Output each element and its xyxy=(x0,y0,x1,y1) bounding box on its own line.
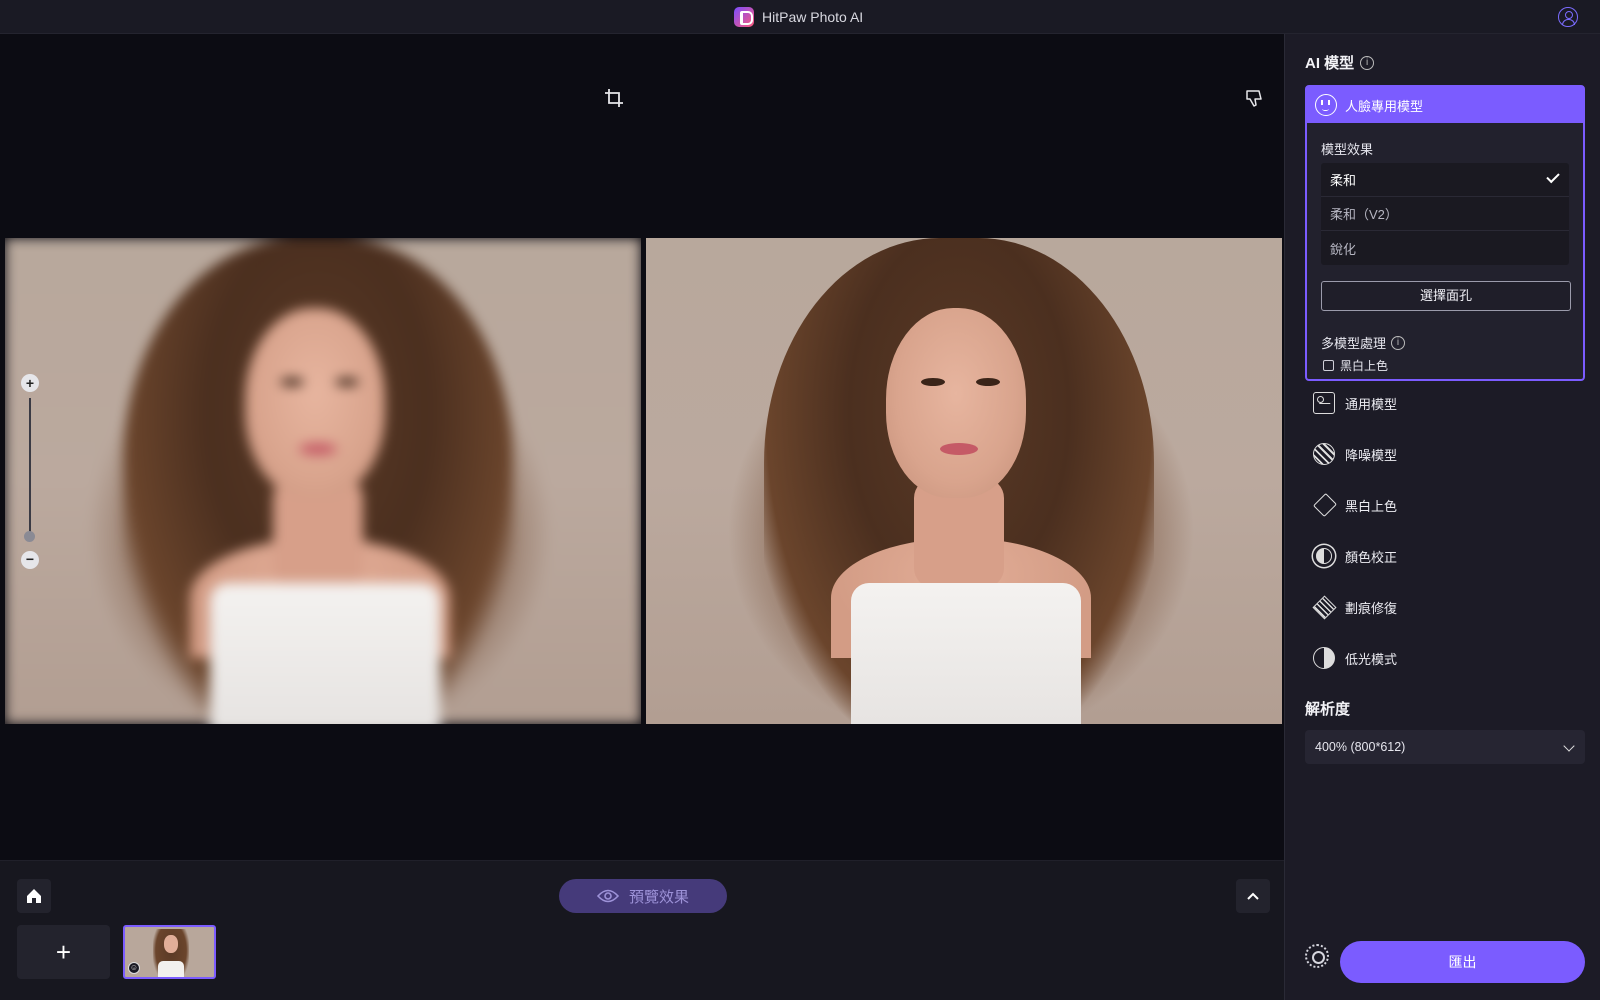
dislike-icon[interactable] xyxy=(1244,88,1264,108)
colorize-model-icon xyxy=(1313,494,1335,516)
multi-model-label: 多模型處理 i xyxy=(1321,333,1406,352)
model-item-low-light[interactable]: 低光模式 xyxy=(1313,645,1397,671)
enhanced-image xyxy=(646,238,1282,724)
zoom-out-button[interactable]: − xyxy=(21,551,39,569)
scratch-repair-icon xyxy=(1313,596,1335,618)
zoom-slider-thumb[interactable] xyxy=(24,531,35,542)
home-button[interactable] xyxy=(17,879,51,913)
app-name: HitPaw Photo AI xyxy=(762,9,864,25)
user-account-icon[interactable] xyxy=(1558,7,1578,27)
resolution-select[interactable]: 400% (800*612) xyxy=(1305,730,1585,764)
colorize-checkbox-row[interactable]: 黑白上色 xyxy=(1323,357,1388,374)
check-icon xyxy=(1546,169,1560,184)
preview-effect-button[interactable]: 預覽效果 xyxy=(559,879,727,913)
color-correction-icon xyxy=(1316,548,1332,564)
face-model-card: 人臉專用模型 模型效果 柔和 柔和（V2） 銳化 選擇面孔 多模型處理 i 黑白… xyxy=(1305,85,1585,381)
home-icon xyxy=(27,889,41,903)
model-item-scratch-repair[interactable]: 劃痕修復 xyxy=(1313,594,1397,620)
settings-gear-icon[interactable] xyxy=(1305,944,1329,968)
model-item-denoise[interactable]: 降噪模型 xyxy=(1313,441,1397,467)
denoise-model-icon xyxy=(1313,443,1335,465)
app-title: HitPaw Photo AI xyxy=(734,6,863,28)
eye-icon xyxy=(596,889,619,903)
option-soft-v2[interactable]: 柔和（V2） xyxy=(1321,197,1569,231)
original-image xyxy=(5,238,641,724)
colorize-checkbox[interactable] xyxy=(1323,360,1334,371)
collapse-button[interactable] xyxy=(1236,879,1270,913)
model-item-general[interactable]: 通用模型 xyxy=(1313,390,1397,416)
add-image-button[interactable]: + xyxy=(17,925,110,979)
option-sharpen[interactable]: 銳化 xyxy=(1321,231,1569,265)
resolution-title: 解析度 xyxy=(1305,701,1351,718)
effect-options: 柔和 柔和（V2） 銳化 xyxy=(1321,163,1569,265)
general-model-icon xyxy=(1313,392,1335,414)
low-light-icon xyxy=(1313,647,1335,669)
zoom-slider[interactable] xyxy=(29,398,31,538)
side-panel: AI 模型 i 人臉專用模型 模型效果 柔和 柔和（V2） 銳化 選擇面孔 多模… xyxy=(1284,34,1600,1000)
multi-model-info-icon[interactable]: i xyxy=(1391,335,1406,350)
hitpaw-logo-icon xyxy=(734,7,754,27)
select-face-button[interactable]: 選擇面孔 xyxy=(1321,281,1571,311)
option-soft[interactable]: 柔和 xyxy=(1321,163,1569,197)
ai-model-title: AI 模型 i xyxy=(1305,52,1375,73)
preview-label: 預覽效果 xyxy=(628,888,689,906)
face-icon xyxy=(1315,94,1337,116)
face-model-header[interactable]: 人臉專用模型 xyxy=(1307,87,1583,123)
export-button[interactable]: 匯出 xyxy=(1340,941,1585,983)
model-item-color-correction[interactable]: 顏色校正 xyxy=(1313,543,1397,569)
image-thumbnail[interactable]: ☺ xyxy=(123,925,216,979)
preview-canvas: + − xyxy=(0,34,1284,860)
zoom-in-button[interactable]: + xyxy=(21,374,39,392)
model-item-colorize[interactable]: 黑白上色 xyxy=(1313,492,1397,518)
info-icon[interactable]: i xyxy=(1360,55,1375,70)
crop-icon[interactable] xyxy=(604,88,624,108)
title-bar: HitPaw Photo AI xyxy=(0,0,1600,34)
model-effect-label: 模型效果 xyxy=(1321,142,1374,157)
face-model-label: 人臉專用模型 xyxy=(1345,98,1424,114)
face-model-badge-icon: ☺ xyxy=(128,962,140,974)
chevron-down-icon xyxy=(1563,740,1575,752)
bottom-toolbar: 預覽效果 + ☺ xyxy=(0,860,1284,1000)
chevron-up-icon xyxy=(1247,892,1259,900)
colorize-checkbox-label: 黑白上色 xyxy=(1340,359,1389,373)
